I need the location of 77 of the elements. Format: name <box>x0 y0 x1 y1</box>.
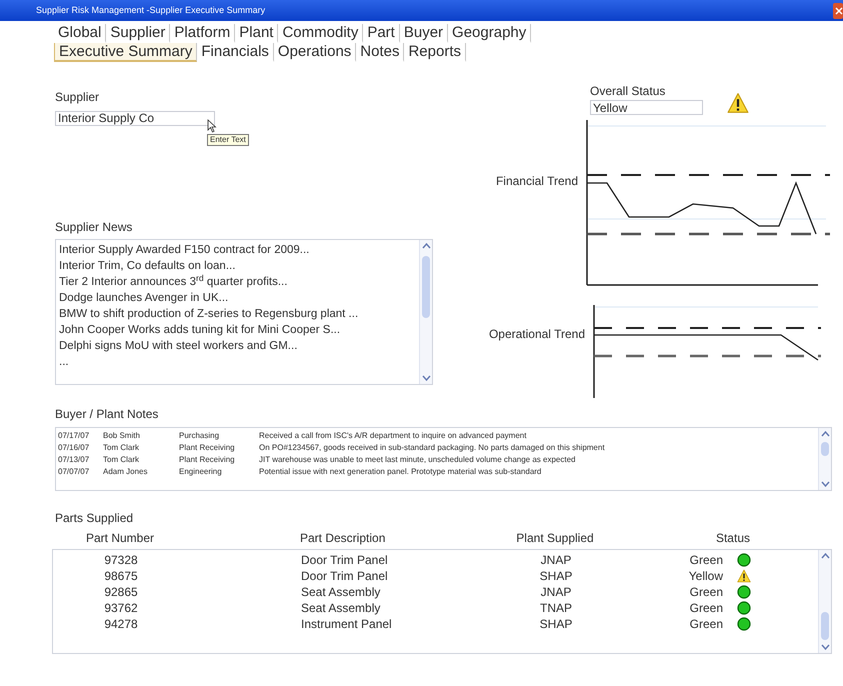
note-author: Bob Smith <box>103 430 141 442</box>
note-date: 07/17/07 <box>58 430 90 442</box>
note-department: Plant Receiving <box>179 442 236 454</box>
scrollbar[interactable] <box>818 550 831 653</box>
table-cell-text: Green <box>688 616 723 632</box>
table-cell-text: TNAP <box>538 600 573 616</box>
table-cell-text: Door Trim Panel <box>301 552 389 568</box>
news-item[interactable]: Interior Trim, Co defaults on loan... <box>59 258 419 274</box>
news-item[interactable]: Delphi signs MoU with steel workers and GM... <box>59 338 419 354</box>
tab[interactable]: Executive Summary <box>54 43 198 62</box>
tab[interactable]: Plant <box>235 24 278 43</box>
tab[interactable]: Buyer <box>400 24 448 43</box>
tab[interactable]: Commodity <box>278 24 364 43</box>
table-cell-text: 97328 <box>103 552 139 568</box>
tab[interactable]: Operations <box>274 43 356 62</box>
table-cell-text: Door Trim Panel <box>301 568 389 584</box>
chart-label: Financial Trend <box>494 173 578 190</box>
scrollbar-thumb[interactable] <box>422 256 430 318</box>
supplier-field[interactable]: Interior Supply Co <box>55 110 215 126</box>
scrollbar-thumb[interactable] <box>821 442 829 456</box>
news-item[interactable]: Tier 2 Interior announces 3$^{rd}$ quarter profits... <box>59 274 419 290</box>
table-cell-text: Seat Assembly <box>301 600 382 616</box>
note-date: 07/07/07 <box>58 466 90 478</box>
note-department: Engineering <box>179 466 223 478</box>
news-item[interactable]: BMW to shift production of Z-series to Regensburg plant ... <box>59 306 419 322</box>
tab[interactable]: Part <box>363 24 400 43</box>
chart-label: Operational Trend <box>488 326 585 342</box>
note-department: Purchasing <box>179 430 220 442</box>
news-item[interactable]: Dodge launches Avenger in UK... <box>59 290 419 306</box>
section-heading: Parts Supplied <box>55 510 134 527</box>
table-cell-text: Green <box>688 552 723 568</box>
note-text: Received a call from ISC's A/R department to inquire on advanced payment <box>259 430 526 442</box>
note-author: Tom Clark <box>103 454 140 466</box>
field-label: Supplier <box>55 89 100 106</box>
section-heading: Supplier News <box>55 219 134 236</box>
table-cell-text: 94278 <box>103 616 139 632</box>
column-header: Part Description <box>300 530 386 547</box>
note-author: Tom Clark <box>103 442 140 454</box>
table-cell-text: SHAP <box>538 616 574 632</box>
note-date: 07/13/07 <box>58 454 90 466</box>
news-item[interactable]: ... <box>59 354 419 370</box>
scrollbar[interactable] <box>419 240 432 384</box>
tooltip: Enter Text <box>207 134 249 146</box>
scrollbar-thumb[interactable] <box>821 612 829 640</box>
status-field[interactable]: Yellow <box>590 100 703 115</box>
tab[interactable]: Geography <box>448 24 532 43</box>
table-cell-text: Seat Assembly <box>301 584 382 600</box>
table-cell-text: 92865 <box>103 584 139 600</box>
window-title: Supplier Risk Management -Supplier Executive Summary <box>36 4 266 17</box>
note-author: Adam Jones <box>103 466 148 478</box>
note-text: Potential issue with next generation panel. Prototype material was sub-standard <box>259 466 542 478</box>
field-label: Overall Status <box>590 83 666 100</box>
note-text: JIT warehouse was unable to meet last minute, unscheduled volume change as expected <box>259 454 576 466</box>
table-cell-text: SHAP <box>538 568 574 584</box>
column-header: Plant Supplied <box>515 530 595 547</box>
news-item[interactable]: Interior Supply Awarded F150 contract for 2009... <box>59 242 419 258</box>
column-header: Part Number <box>84 530 156 547</box>
table-cell-text: 93762 <box>103 600 139 616</box>
table-cell-text: JNAP <box>540 584 572 600</box>
table-cell-text: 98675 <box>103 568 139 584</box>
section-heading: Buyer / Plant Notes <box>55 406 160 423</box>
note-text: On PO#1234567, goods received in sub-standard packaging. No parts damaged on this shipment <box>259 442 605 454</box>
scrollbar[interactable] <box>818 428 831 490</box>
table-cell-text: Yellow <box>688 568 723 584</box>
table-cell-text: JNAP <box>540 552 572 568</box>
table-cell-text: Instrument Panel <box>301 616 393 632</box>
column-header: Status <box>714 530 750 547</box>
table-cell-text: Green <box>688 600 723 616</box>
note-date: 07/16/07 <box>58 442 90 454</box>
tab[interactable]: Notes <box>356 43 404 62</box>
close-icon[interactable] <box>833 2 843 18</box>
news-item[interactable]: John Cooper Works adds tuning kit for Mini Cooper S... <box>59 322 419 338</box>
tab[interactable]: Financials <box>197 43 274 62</box>
tab[interactable]: Reports <box>404 43 466 62</box>
mouse-pointer-icon <box>207 119 217 133</box>
note-department: Plant Receiving <box>179 454 236 466</box>
table-cell-text: Green <box>688 584 723 600</box>
